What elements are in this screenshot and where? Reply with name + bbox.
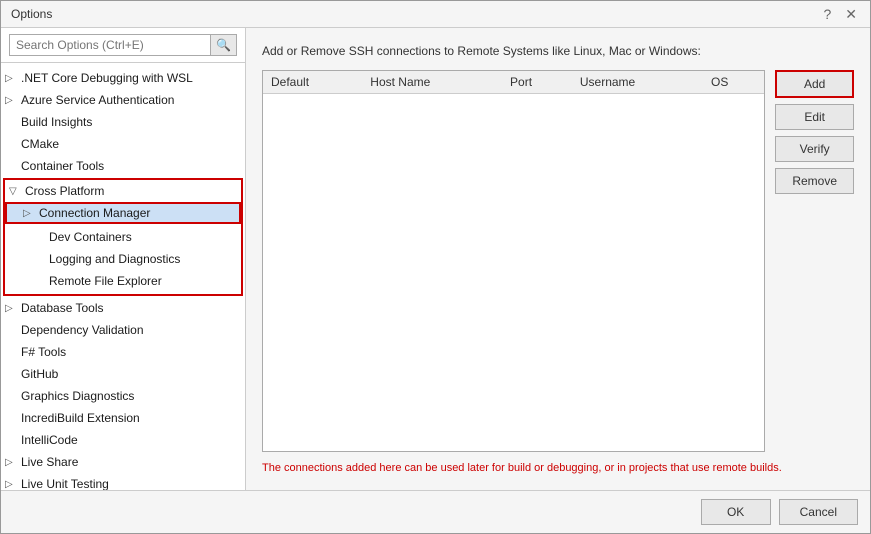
tree-label-remote-file-explorer: Remote File Explorer — [49, 274, 162, 288]
expand-icon-connection-manager: ▷ — [23, 208, 39, 219]
action-buttons: Add Edit Verify Remove — [775, 70, 854, 452]
tree: ▷ .NET Core Debugging with WSL ▷ Azure S… — [1, 63, 245, 490]
col-port: Port — [502, 71, 572, 94]
expand-icon-net-core: ▷ — [5, 73, 21, 84]
tree-row-logging-diagnostics[interactable]: ▷ Logging and Diagnostics — [5, 250, 241, 268]
tree-item-cross-platform: ▽ Cross Platform ▷ Connection Manager ▷ — [3, 178, 243, 296]
tree-label-cross-platform: Cross Platform — [25, 184, 104, 198]
table-header-row: Default Host Name Port Username OS — [263, 71, 764, 94]
tree-item-dev-containers: ▷ Dev Containers — [5, 226, 241, 248]
dialog-footer: OK Cancel — [1, 490, 870, 533]
tree-item-graphics-diagnostics: ▷ Graphics Diagnostics — [1, 385, 245, 407]
tree-item-dependency-validation: ▷ Dependency Validation — [1, 319, 245, 341]
tree-label-connection-manager: Connection Manager — [39, 206, 150, 220]
expand-icon-database-tools: ▷ — [5, 303, 21, 314]
tree-item-azure-auth: ▷ Azure Service Authentication — [1, 89, 245, 111]
tree-label-database-tools: Database Tools — [21, 301, 104, 315]
tree-label-cmake: CMake — [21, 137, 59, 151]
tree-item-remote-file-explorer: ▷ Remote File Explorer — [5, 270, 241, 292]
tree-row-incredibuild[interactable]: ▷ IncrediBuild Extension — [1, 409, 245, 427]
expand-icon-live-share: ▷ — [5, 457, 21, 468]
tree-row-dependency-validation[interactable]: ▷ Dependency Validation — [1, 321, 245, 339]
tree-item-container-tools: ▷ Container Tools — [1, 155, 245, 177]
title-bar-controls: ? ✕ — [820, 7, 860, 21]
table-area: Default Host Name Port Username OS Add — [262, 70, 854, 452]
tree-row-connection-manager[interactable]: ▷ Connection Manager — [5, 202, 241, 224]
edit-button[interactable]: Edit — [775, 104, 854, 130]
tree-item-intellicode: ▷ IntelliCode — [1, 429, 245, 451]
tree-label-graphics-diagnostics: Graphics Diagnostics — [21, 389, 134, 403]
tree-item-connection-manager: ▷ Connection Manager — [5, 200, 241, 226]
tree-item-live-share: ▷ Live Share — [1, 451, 245, 473]
title-bar: Options ? ✕ — [1, 1, 870, 28]
tree-item-github: ▷ GitHub — [1, 363, 245, 385]
add-button[interactable]: Add — [775, 70, 854, 98]
tree-row-cmake[interactable]: ▷ CMake — [1, 135, 245, 153]
col-username: Username — [572, 71, 703, 94]
tree-row-fsharp[interactable]: ▷ F# Tools — [1, 343, 245, 361]
help-button[interactable]: ? — [820, 7, 834, 21]
expand-icon-azure-auth: ▷ — [5, 95, 21, 106]
options-dialog: Options ? ✕ 🔍 ▷ .NET Core Debugging with… — [0, 0, 871, 534]
tree-item-database-tools: ▷ Database Tools — [1, 297, 245, 319]
ok-button[interactable]: OK — [701, 499, 771, 525]
expand-icon-cross-platform: ▽ — [9, 186, 25, 197]
connections-table-wrapper: Default Host Name Port Username OS — [262, 70, 765, 452]
tree-row-build-insights[interactable]: ▷ Build Insights — [1, 113, 245, 131]
tree-row-remote-file-explorer[interactable]: ▷ Remote File Explorer — [5, 272, 241, 290]
expand-icon-live-unit-testing: ▷ — [5, 479, 21, 490]
tree-row-azure-auth[interactable]: ▷ Azure Service Authentication — [1, 91, 245, 109]
tree-label-dependency-validation: Dependency Validation — [21, 323, 144, 337]
left-panel: 🔍 ▷ .NET Core Debugging with WSL ▷ Azure… — [1, 28, 246, 490]
tree-label-intellicode: IntelliCode — [21, 433, 78, 447]
tree-row-intellicode[interactable]: ▷ IntelliCode — [1, 431, 245, 449]
tree-row-live-share[interactable]: ▷ Live Share — [1, 453, 245, 471]
tree-item-incredibuild: ▷ IncrediBuild Extension — [1, 407, 245, 429]
tree-row-net-core[interactable]: ▷ .NET Core Debugging with WSL — [1, 69, 245, 87]
tree-label-github: GitHub — [21, 367, 58, 381]
search-box: 🔍 — [1, 28, 245, 63]
tree-row-github[interactable]: ▷ GitHub — [1, 365, 245, 383]
col-os: OS — [703, 71, 764, 94]
window-title: Options — [11, 7, 52, 21]
tree-item-net-core: ▷ .NET Core Debugging with WSL — [1, 67, 245, 89]
tree-item-build-insights: ▷ Build Insights — [1, 111, 245, 133]
tree-row-dev-containers[interactable]: ▷ Dev Containers — [5, 228, 241, 246]
tree-item-fsharp: ▷ F# Tools — [1, 341, 245, 363]
tree-label-dev-containers: Dev Containers — [49, 230, 132, 244]
search-button[interactable]: 🔍 — [211, 34, 237, 56]
col-default: Default — [263, 71, 362, 94]
tree-label-fsharp: F# Tools — [21, 345, 66, 359]
cancel-button[interactable]: Cancel — [779, 499, 858, 525]
tree-item-cmake: ▷ CMake — [1, 133, 245, 155]
footer-note: The connections added here can be used l… — [262, 462, 854, 474]
tree-label-container-tools: Container Tools — [21, 159, 104, 173]
tree-label-build-insights: Build Insights — [21, 115, 92, 129]
tree-row-cross-platform[interactable]: ▽ Cross Platform — [5, 182, 241, 200]
tree-item-live-unit-testing: ▷ Live Unit Testing — [1, 473, 245, 490]
tree-label-live-unit-testing: Live Unit Testing — [21, 477, 109, 490]
tree-label-live-share: Live Share — [21, 455, 78, 469]
tree-item-logging-diagnostics: ▷ Logging and Diagnostics — [5, 248, 241, 270]
tree-label-azure-auth: Azure Service Authentication — [21, 93, 174, 107]
right-panel: Add or Remove SSH connections to Remote … — [246, 28, 870, 490]
close-button[interactable]: ✕ — [842, 7, 860, 21]
tree-label-net-core: .NET Core Debugging with WSL — [21, 71, 193, 85]
search-input[interactable] — [9, 34, 211, 56]
col-hostname: Host Name — [362, 71, 502, 94]
tree-row-graphics-diagnostics[interactable]: ▷ Graphics Diagnostics — [1, 387, 245, 405]
verify-button[interactable]: Verify — [775, 136, 854, 162]
tree-row-live-unit-testing[interactable]: ▷ Live Unit Testing — [1, 475, 245, 490]
content-area: 🔍 ▷ .NET Core Debugging with WSL ▷ Azure… — [1, 28, 870, 490]
main-header-text: Add or Remove SSH connections to Remote … — [262, 44, 854, 58]
connections-table: Default Host Name Port Username OS — [263, 71, 764, 94]
tree-label-incredibuild: IncrediBuild Extension — [21, 411, 140, 425]
remove-button[interactable]: Remove — [775, 168, 854, 194]
tree-row-container-tools[interactable]: ▷ Container Tools — [1, 157, 245, 175]
tree-label-logging-diagnostics: Logging and Diagnostics — [49, 252, 180, 266]
tree-row-database-tools[interactable]: ▷ Database Tools — [1, 299, 245, 317]
